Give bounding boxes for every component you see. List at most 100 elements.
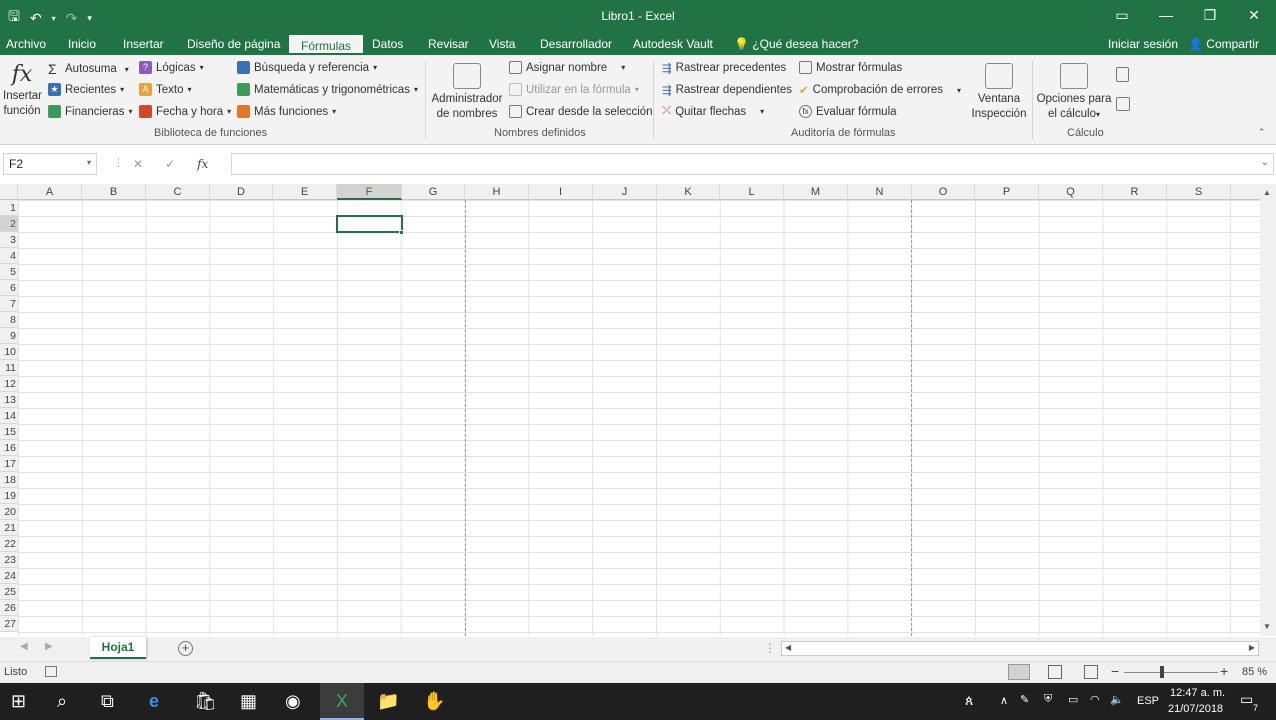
row-header[interactable]: 3: [0, 232, 18, 248]
insert-function-button[interactable]: fx Insertar función: [3, 61, 42, 119]
column-header-q[interactable]: Q: [1039, 184, 1103, 200]
math-trig-button[interactable]: Matemáticas y trigonométricas ▾: [237, 83, 418, 96]
row-header[interactable]: 14: [0, 408, 18, 424]
column-header-h[interactable]: H: [465, 184, 529, 200]
column-header-e[interactable]: E: [273, 184, 337, 200]
row-header[interactable]: 24: [0, 568, 18, 584]
horizontal-scrollbar[interactable]: ◀ ▶: [781, 641, 1259, 656]
zoom-in-button[interactable]: +: [1220, 663, 1228, 679]
worksheet-grid[interactable]: A B C D E F G H I J K L M N O P Q R S 1 …: [0, 184, 1276, 636]
remove-arrows-button[interactable]: ⤫ Quitar flechas ▾: [662, 105, 764, 118]
column-header-d[interactable]: D: [210, 184, 273, 200]
column-header-g[interactable]: G: [402, 184, 465, 200]
zoom-slider[interactable]: [1124, 672, 1218, 673]
autosum-button[interactable]: Σ Autosuma ▾: [48, 61, 129, 77]
row-header[interactable]: 13: [0, 392, 18, 408]
zoom-out-button[interactable]: −: [1111, 663, 1119, 679]
edge-browser-icon[interactable]: e: [149, 691, 159, 712]
watch-window-button[interactable]: Ventana Inspección: [969, 63, 1029, 122]
row-header[interactable]: 21: [0, 520, 18, 536]
formula-input[interactable]: ⌄: [231, 153, 1274, 175]
trace-precedents-button[interactable]: ⇶ Rastrear precedentes: [662, 61, 786, 75]
calculate-sheet-icon[interactable]: [1116, 97, 1130, 111]
row-header[interactable]: 25: [0, 584, 18, 600]
file-explorer-icon[interactable]: 📁: [377, 691, 399, 712]
page-break-view-icon[interactable]: [1084, 665, 1098, 679]
column-header-p[interactable]: P: [975, 184, 1039, 200]
page-layout-view-icon[interactable]: [1048, 665, 1062, 679]
create-from-selection-button[interactable]: Crear desde la selección: [509, 105, 653, 118]
tab-inicio[interactable]: Inicio: [68, 37, 96, 51]
confirm-entry-button[interactable]: ✓: [165, 157, 175, 171]
row-header[interactable]: 17: [0, 456, 18, 472]
tab-desarrollador[interactable]: Desarrollador: [540, 37, 612, 51]
row-header[interactable]: 4: [0, 248, 18, 264]
row-header[interactable]: 7: [0, 296, 18, 312]
row-header[interactable]: 12: [0, 376, 18, 392]
column-header-i[interactable]: I: [529, 184, 593, 200]
calculator-app-icon[interactable]: ▦: [240, 691, 257, 712]
store-icon[interactable]: 🛍: [194, 691, 217, 712]
tell-me-box[interactable]: 💡 ¿Qué desea hacer?: [734, 37, 858, 51]
scroll-right-icon[interactable]: ▶: [1249, 643, 1255, 652]
new-sheet-icon[interactable]: +: [178, 641, 193, 656]
row-header[interactable]: 20: [0, 504, 18, 520]
tab-formulas[interactable]: Fórmulas: [287, 33, 366, 55]
column-header-j[interactable]: J: [593, 184, 657, 200]
tab-autodesk-vault[interactable]: Autodesk Vault: [633, 37, 713, 51]
financial-functions-button[interactable]: Financieras ▾: [48, 105, 132, 118]
search-icon[interactable]: ⌕: [57, 691, 67, 712]
battery-icon[interactable]: ▭: [1068, 693, 1078, 706]
date-time-functions-button[interactable]: Fecha y hora ▾: [139, 105, 231, 118]
tab-revisar[interactable]: Revisar: [428, 37, 469, 51]
pen-icon[interactable]: ✎: [1020, 693, 1029, 706]
calculation-options-button[interactable]: Opciones para el cálculo▾: [1036, 63, 1112, 122]
column-header-a[interactable]: A: [18, 184, 82, 200]
app-icon[interactable]: ✋: [423, 691, 445, 712]
text-functions-button[interactable]: A Texto ▾: [139, 83, 192, 96]
clock-date[interactable]: 21/07/2018: [1168, 703, 1223, 715]
macro-recording-icon[interactable]: [45, 666, 57, 677]
row-header[interactable]: 19: [0, 488, 18, 504]
column-header-b[interactable]: B: [82, 184, 146, 200]
scroll-up-icon[interactable]: ▲: [1263, 188, 1271, 197]
error-checking-button[interactable]: ✔ Comprobación de errores ▾: [799, 83, 961, 97]
collapse-ribbon-icon[interactable]: ⌃: [1258, 127, 1266, 138]
row-header[interactable]: 2: [0, 216, 18, 232]
row-header[interactable]: 16: [0, 440, 18, 456]
notifications-icon[interactable]: ▭: [1240, 691, 1253, 708]
column-header-l[interactable]: L: [720, 184, 784, 200]
row-header[interactable]: 9: [0, 328, 18, 344]
previous-sheet-icon[interactable]: ◀: [20, 641, 28, 652]
tab-datos[interactable]: Datos: [372, 37, 403, 51]
select-all-corner[interactable]: [0, 184, 18, 200]
row-header[interactable]: 26: [0, 600, 18, 616]
zoom-level[interactable]: 85 %: [1242, 666, 1267, 678]
scroll-down-icon[interactable]: ▼: [1263, 622, 1271, 631]
chrome-icon[interactable]: ◉: [285, 691, 301, 712]
active-cell-f2[interactable]: [336, 215, 403, 233]
scroll-left-icon[interactable]: ◀: [785, 643, 791, 652]
row-header[interactable]: 15: [0, 424, 18, 440]
row-header[interactable]: 6: [0, 280, 18, 296]
column-header-n[interactable]: N: [848, 184, 912, 200]
restore-button[interactable]: ❐: [1188, 0, 1232, 30]
tab-splitter-icon[interactable]: ⋮: [764, 641, 776, 655]
ribbon-display-options-icon[interactable]: ▭: [1100, 0, 1144, 30]
column-header-o[interactable]: O: [912, 184, 975, 200]
row-header[interactable]: 5: [0, 264, 18, 280]
calculate-now-icon[interactable]: [1116, 67, 1129, 82]
row-header[interactable]: 22: [0, 536, 18, 552]
clock-time[interactable]: 12:47 a. m.: [1170, 687, 1225, 699]
tab-vista[interactable]: Vista: [489, 37, 515, 51]
row-header[interactable]: 18: [0, 472, 18, 488]
evaluate-formula-button[interactable]: fx Evaluar fórmula: [799, 105, 897, 118]
trace-dependents-button[interactable]: ⇶ Rastrear dependientes: [662, 83, 792, 97]
share-button[interactable]: 👤 Compartir: [1188, 37, 1259, 51]
row-header[interactable]: 23: [0, 552, 18, 568]
column-header-k[interactable]: K: [657, 184, 720, 200]
windows-start-icon[interactable]: ⊞: [11, 691, 26, 712]
excel-taskbar-icon[interactable]: X: [320, 683, 364, 720]
recent-functions-button[interactable]: ★ Recientes ▾: [48, 83, 124, 96]
zoom-slider-thumb[interactable]: [1160, 666, 1164, 678]
